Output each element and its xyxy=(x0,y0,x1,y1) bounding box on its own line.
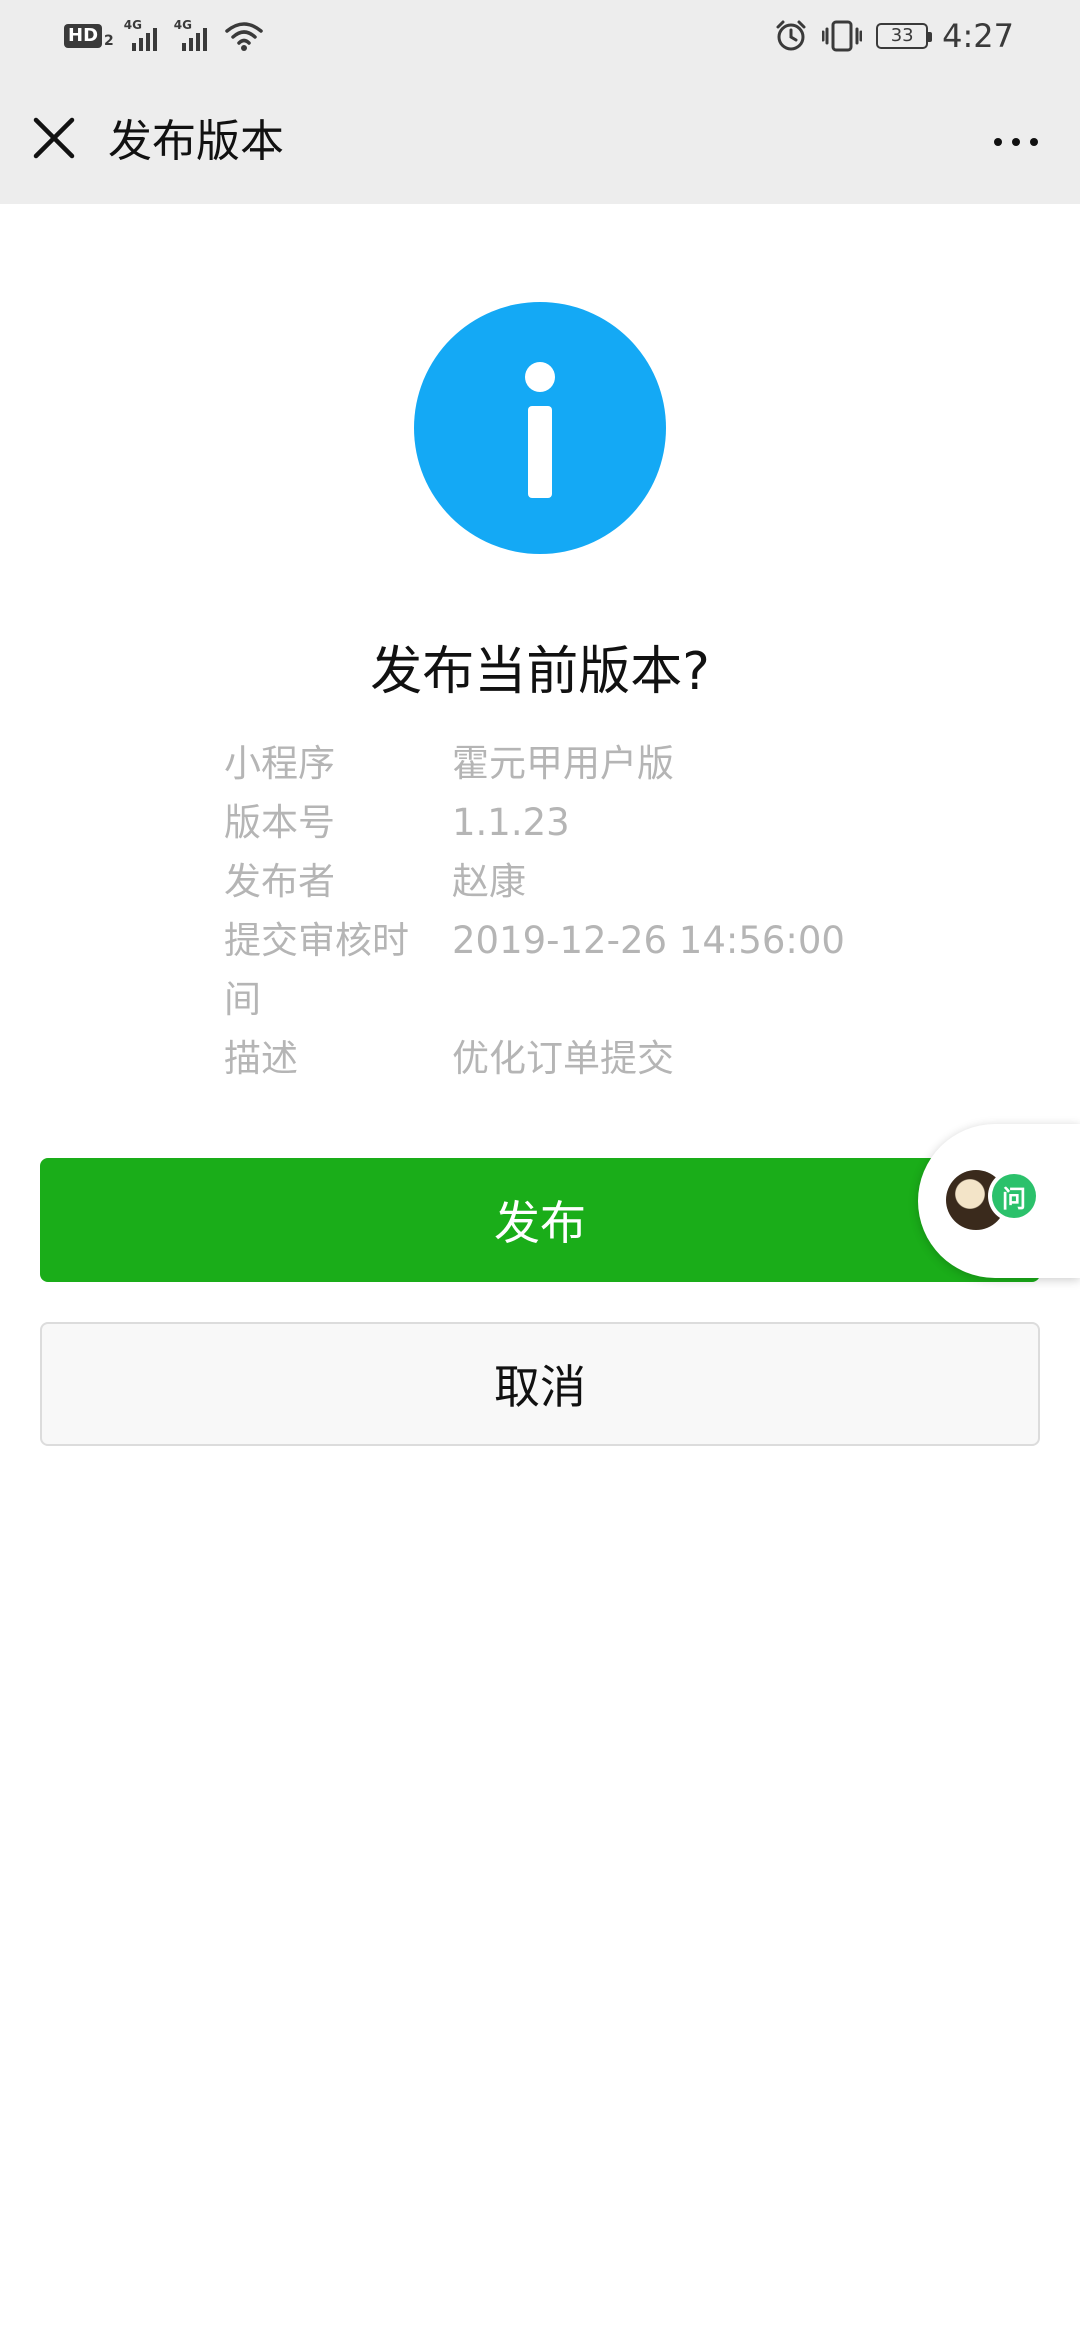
chat-badge-icon: 问 xyxy=(988,1170,1040,1222)
detail-row-submit-time: 提交审核时间 2019-12-26 14:56:00 xyxy=(224,911,864,1029)
signal-icon: 4G xyxy=(124,19,164,53)
hd-label: HD xyxy=(64,24,103,48)
badge-text: 问 xyxy=(992,1174,1036,1218)
close-icon[interactable] xyxy=(28,112,80,164)
details-list: 小程序 霍元甲用户版 版本号 1.1.23 发布者 赵康 提交审核时间 2019… xyxy=(224,734,864,1088)
info-icon xyxy=(414,302,666,554)
vibrate-icon xyxy=(822,20,863,52)
cancel-button[interactable]: 取消 xyxy=(40,1322,1040,1446)
status-bar-right: 33 4:27 xyxy=(774,14,1014,58)
detail-label: 提交审核时间 xyxy=(224,919,409,1021)
status-bar: HD 2 4G 4G 33 4:27 xyxy=(0,0,1080,72)
detail-row-description: 描述 优化订单提交 xyxy=(224,1029,864,1088)
publish-button[interactable]: 发布 xyxy=(40,1158,1040,1282)
wifi-icon xyxy=(225,22,263,51)
battery-level: 33 xyxy=(890,25,914,46)
detail-value: 霍元甲用户版 xyxy=(452,742,674,785)
battery-icon: 33 xyxy=(876,23,933,49)
detail-row-miniprogram: 小程序 霍元甲用户版 xyxy=(224,734,864,793)
detail-value: 优化订单提交 xyxy=(452,1037,674,1080)
detail-value: 2019-12-26 14:56:00 xyxy=(452,919,845,962)
status-time: 4:27 xyxy=(942,17,1014,55)
page-title: 发布版本 xyxy=(108,116,284,167)
detail-row-version: 版本号 1.1.23 xyxy=(224,793,864,852)
detail-row-publisher: 发布者 赵康 xyxy=(224,852,864,911)
hd-sub-label: 2 xyxy=(104,33,114,49)
detail-label: 小程序 xyxy=(224,742,335,785)
detail-value: 1.1.23 xyxy=(452,801,570,844)
status-bar-left: HD 2 4G 4G xyxy=(64,18,264,54)
hd-indicator: HD 2 xyxy=(64,23,114,49)
more-icon[interactable] xyxy=(980,120,1052,164)
dialog-title: 发布当前版本? xyxy=(370,642,710,702)
detail-label: 描述 xyxy=(224,1037,298,1080)
floating-widget[interactable]: 问 xyxy=(918,1124,1080,1278)
detail-label: 版本号 xyxy=(224,801,335,844)
signal-icon: 4G xyxy=(174,19,214,53)
alarm-icon xyxy=(776,20,806,51)
detail-value: 赵康 xyxy=(452,860,526,903)
detail-label: 发布者 xyxy=(224,860,335,903)
